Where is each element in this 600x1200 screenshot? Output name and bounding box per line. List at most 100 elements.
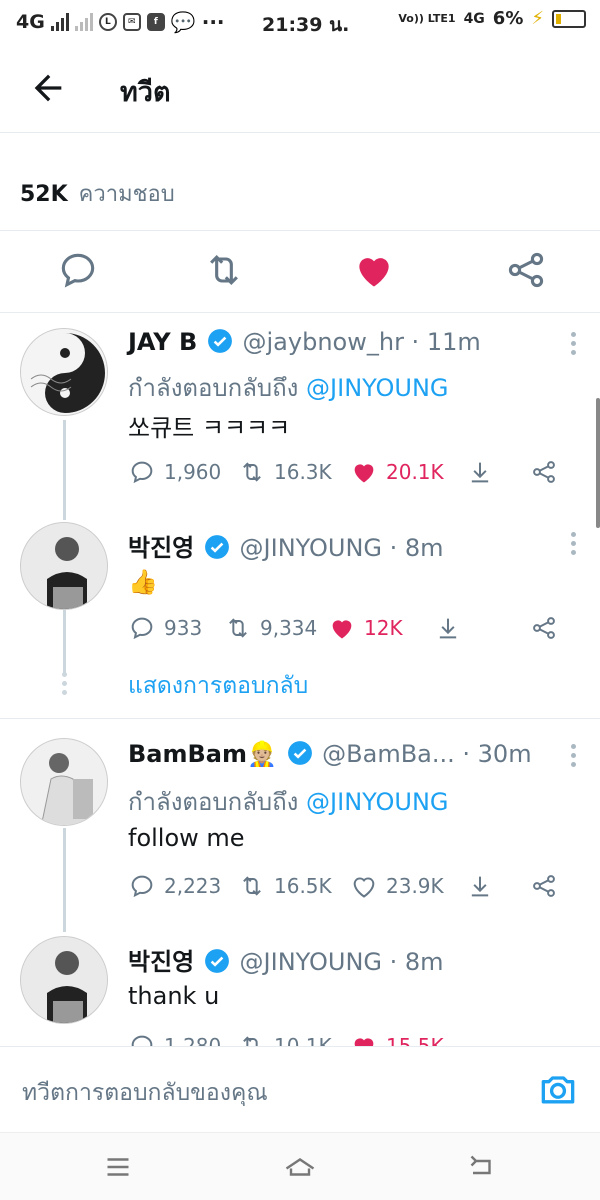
reply-icon [131, 875, 153, 898]
like-outline-icon [353, 877, 375, 898]
reply-stat[interactable]: 1,960 [128, 458, 221, 486]
signal-icon [74, 13, 93, 31]
status-bar: 4G L ✉ f 💬 ··· 21:39 น. Vo)) LTE1 4G 6% … [0, 0, 600, 44]
download-stat[interactable] [466, 872, 494, 900]
thread-dots [62, 672, 67, 699]
reply-stat[interactable]: 2,223 [128, 872, 221, 900]
retweet-count: 16.5K [274, 874, 332, 898]
retweet-stat[interactable]: 9,334 [224, 614, 317, 642]
tweet-text: 쏘큐트 ㅋㅋㅋㅋ [128, 414, 291, 442]
share-stat[interactable] [530, 614, 558, 642]
handle-time: @JINYOUNG · 8m [239, 948, 444, 976]
like-count: 20.1K [386, 460, 444, 484]
avatar[interactable] [20, 738, 108, 826]
like-icon [354, 1038, 374, 1046]
display-name[interactable]: 박진영 [128, 534, 194, 562]
download-stat[interactable] [434, 614, 462, 642]
retweet-icon[interactable] [202, 248, 246, 292]
like-stat[interactable]: 12K [328, 614, 403, 642]
thread-line [63, 828, 66, 932]
download-icon [439, 618, 457, 639]
facebook-icon: f [146, 13, 165, 31]
tweet-text: 👍 [128, 568, 158, 596]
likes-summary[interactable]: 52K ความชอบ [20, 176, 175, 211]
share-icon[interactable] [504, 248, 548, 292]
divider [0, 132, 600, 133]
retweet-count: 10.1K [274, 1034, 332, 1046]
more-options-icon[interactable] [568, 744, 578, 768]
reply-stat[interactable]: 933 [128, 614, 202, 642]
person-avatar-icon [21, 739, 107, 825]
signal-icon [50, 13, 69, 31]
like-count: 12K [364, 616, 403, 640]
network-label: 4G [16, 11, 45, 33]
battery-percent: 6% [492, 8, 524, 29]
like-count: 15.5K [386, 1034, 444, 1046]
like-icon [332, 620, 352, 639]
reply-tweet[interactable]: BamBam👷🏼 @BamBa... · 30m กำลังตอบกลับถึง… [0, 720, 600, 932]
mention-link[interactable]: @JINYOUNG [306, 788, 448, 816]
mention-link[interactable]: @JINYOUNG [306, 374, 448, 402]
tweet-stats: 933 9,334 12K [128, 614, 568, 646]
display-name[interactable]: BamBam👷🏼 [128, 740, 277, 768]
divider [0, 718, 600, 719]
retweet-stat[interactable]: 16.5K [238, 872, 332, 900]
camera-icon[interactable] [536, 1067, 580, 1111]
battery-icon [552, 9, 586, 28]
home-icon[interactable] [280, 1149, 320, 1185]
tweet-header: 박진영 @JINYOUNG · 8m [128, 528, 444, 563]
reply-tweet[interactable]: 박진영 @JINYOUNG · 8m thank u 1,280 10.1K 1… [0, 926, 600, 1046]
retweet-stat[interactable]: 10.1K [238, 1032, 332, 1046]
reply-icon [131, 1035, 153, 1046]
network-label-right: 4G [463, 10, 485, 27]
retweet-count: 16.3K [274, 460, 332, 484]
reply-count: 933 [164, 616, 203, 640]
reply-composer[interactable]: ทวีตการตอบกลับของคุณ [0, 1046, 600, 1132]
avatar[interactable] [20, 936, 108, 1024]
reply-stat[interactable]: 1,280 [128, 1032, 221, 1046]
divider [0, 230, 600, 231]
avatar[interactable] [20, 328, 108, 416]
like-icon[interactable] [352, 248, 396, 292]
handle-time: @JINYOUNG · 8m [239, 534, 444, 562]
download-icon [471, 876, 489, 897]
reply-input[interactable]: ทวีตการตอบกลับของคุณ [22, 1075, 268, 1111]
retweet-icon [243, 1036, 258, 1046]
display-name[interactable]: 박진영 [128, 948, 194, 976]
system-nav-bar [0, 1132, 600, 1200]
share-icon [533, 461, 555, 483]
reply-tweet[interactable]: 박진영 @JINYOUNG · 8m 👍 933 9,334 12K [0, 512, 600, 674]
handle-time: @BamBa... · 30m [322, 740, 532, 768]
status-right: Vo)) LTE1 4G 6% ⚡ [398, 8, 586, 29]
reply-count: 2,223 [164, 874, 222, 898]
more-options-icon[interactable] [568, 332, 578, 356]
retweet-stat[interactable]: 16.3K [238, 458, 332, 486]
download-stat[interactable] [466, 458, 494, 486]
show-replies-link[interactable]: แสดงการตอบกลับ [128, 668, 308, 704]
tweet-header: BamBam👷🏼 @BamBa... · 30m [128, 740, 532, 768]
more-options-icon[interactable] [568, 532, 578, 556]
share-stat[interactable] [530, 458, 558, 486]
reply-count: 1,280 [164, 1034, 222, 1046]
scrollbar[interactable] [596, 398, 600, 528]
verified-badge-icon [204, 949, 229, 973]
like-stat[interactable]: 20.1K [350, 458, 444, 486]
header: ทวีต [0, 44, 600, 132]
tweet-text: thank u [128, 982, 220, 1010]
verified-badge-icon [207, 329, 232, 353]
reply-icon[interactable] [56, 248, 100, 292]
more-dots-icon: ··· [201, 10, 225, 34]
menu-icon[interactable] [98, 1149, 138, 1185]
arrow-left-icon[interactable] [28, 68, 68, 108]
replying-to-label: กำลังตอบกลับถึง [128, 788, 299, 816]
mail-icon: ✉ [122, 13, 141, 31]
share-stat[interactable] [530, 872, 558, 900]
display-name[interactable]: JAY B [128, 328, 197, 356]
like-stat[interactable]: 15.5K [350, 1032, 444, 1046]
avatar[interactable] [20, 522, 108, 610]
like-stat[interactable]: 23.9K [350, 872, 444, 900]
clock: 21:39 น. [262, 14, 350, 36]
reply-tweet[interactable]: JAY B @jaybnow_hr · 11m กำลังตอบกลับถึง … [0, 312, 600, 520]
back-icon[interactable] [462, 1149, 502, 1185]
retweet-icon [229, 618, 247, 638]
